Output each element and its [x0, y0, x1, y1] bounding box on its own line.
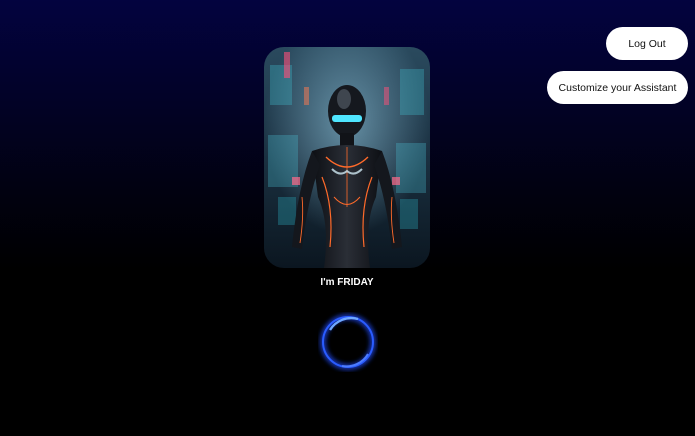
android-portrait-image	[264, 47, 430, 268]
voice-ring-icon[interactable]	[318, 312, 378, 372]
assistant-name-label: I'm FRIDAY	[320, 277, 374, 288]
assistant-portrait	[264, 47, 430, 268]
logout-button[interactable]: Log Out	[606, 27, 688, 60]
customize-assistant-button[interactable]: Customize your Assistant	[547, 71, 688, 104]
